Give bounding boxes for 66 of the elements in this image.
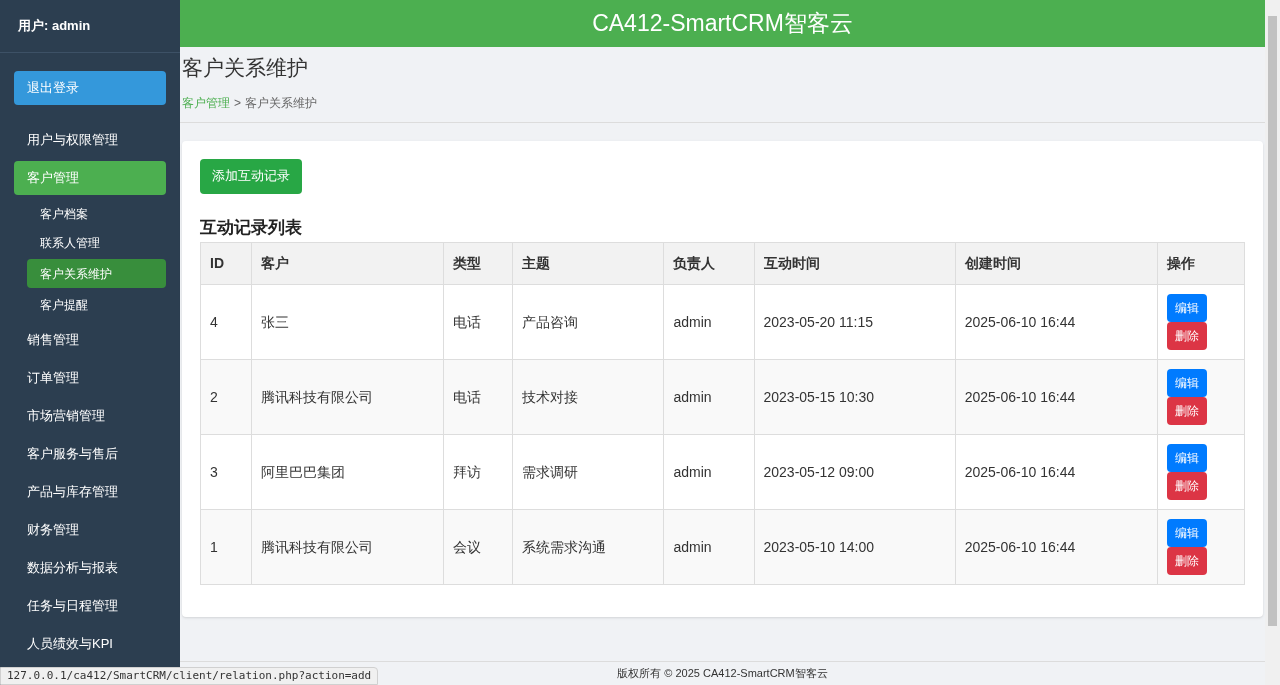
- table-title: 互动记录列表: [200, 216, 303, 239]
- menu-item[interactable]: 财务管理: [14, 513, 166, 547]
- table-cell: 2025-06-10 16:44: [955, 434, 1158, 510]
- table-cell: 2023-05-10 14:00: [754, 509, 956, 585]
- submenu-item[interactable]: 联系人管理: [27, 230, 166, 255]
- table-cell: 技术对接: [512, 359, 664, 435]
- table-cell: 系统需求沟通: [512, 509, 664, 585]
- edit-button[interactable]: 编辑: [1166, 294, 1207, 322]
- delete-button[interactable]: 删除: [1166, 322, 1207, 350]
- menu-item[interactable]: 人员绩效与KPI: [14, 627, 166, 661]
- table-cell: 产品咨询: [512, 284, 664, 360]
- table-cell: 阿里巴巴集团: [251, 434, 444, 510]
- menu-item[interactable]: 销售管理: [14, 323, 166, 357]
- table-cell: 3: [200, 434, 252, 510]
- page-title: 客户关系维护: [182, 55, 309, 81]
- table-cell: admin: [663, 509, 754, 585]
- table-cell: 1: [200, 509, 252, 585]
- table-cell: 腾讯科技有限公司: [251, 509, 444, 585]
- table-cell: 2025-06-10 16:44: [955, 509, 1158, 585]
- menu-item[interactable]: 用户与权限管理: [14, 123, 166, 157]
- table-cell: admin: [663, 359, 754, 435]
- table-cell: 电话: [443, 359, 513, 435]
- menu-item[interactable]: 数据分析与报表: [14, 551, 166, 585]
- delete-button[interactable]: 删除: [1166, 397, 1207, 425]
- submenu-item[interactable]: 客户提醒: [27, 292, 166, 317]
- delete-button[interactable]: 删除: [1166, 547, 1207, 575]
- edit-button[interactable]: 编辑: [1166, 444, 1207, 472]
- column-header: 主题: [512, 242, 664, 285]
- edit-button[interactable]: 编辑: [1166, 369, 1207, 397]
- table-cell: 4: [200, 284, 252, 360]
- table-cell: 腾讯科技有限公司: [251, 359, 444, 435]
- column-header: ID: [200, 242, 252, 285]
- table-cell: 2025-06-10 16:44: [955, 359, 1158, 435]
- table-cell: admin: [663, 434, 754, 510]
- column-header: 互动时间: [754, 242, 956, 285]
- column-header: 负责人: [663, 242, 754, 285]
- status-url: 127.0.0.1/ca412/SmartCRM/client/relation.php?action=add: [0, 667, 379, 685]
- submenu-item[interactable]: 客户档案: [27, 201, 166, 226]
- table-cell: 2023-05-12 09:00: [754, 434, 956, 510]
- menu-item[interactable]: 客户服务与售后: [14, 437, 166, 471]
- app-title: CA412-SmartCRM智客云: [592, 9, 853, 39]
- table-cell: 需求调研: [512, 434, 664, 510]
- column-header: 操作: [1157, 242, 1245, 285]
- user-label: 用户: admin: [18, 17, 91, 36]
- breadcrumb-separator: >: [234, 94, 241, 112]
- table-cell: 电话: [443, 284, 513, 360]
- table-cell: 张三: [251, 284, 444, 360]
- menu-item[interactable]: 市场营销管理: [14, 399, 166, 433]
- table-cell: 2023-05-15 10:30: [754, 359, 956, 435]
- delete-button[interactable]: 删除: [1166, 472, 1207, 500]
- table-cell: admin: [663, 284, 754, 360]
- column-header: 创建时间: [955, 242, 1158, 285]
- table-cell: 拜访: [443, 434, 513, 510]
- table-cell: 2023-05-20 11:15: [754, 284, 956, 360]
- table-cell: 2025-06-10 16:44: [955, 284, 1158, 360]
- menu-item[interactable]: 产品与库存管理: [14, 475, 166, 509]
- column-header: 客户: [251, 242, 444, 285]
- edit-button[interactable]: 编辑: [1166, 519, 1207, 547]
- menu-item[interactable]: 任务与日程管理: [14, 589, 166, 623]
- table-cell: 会议: [443, 509, 513, 585]
- breadcrumb-current: 客户关系维护: [245, 94, 317, 112]
- column-header: 类型: [443, 242, 513, 285]
- submenu-item[interactable]: 客户关系维护: [27, 259, 166, 288]
- menu-item[interactable]: 订单管理: [14, 361, 166, 395]
- copyright-text: 版权所有 © 2025 CA412-SmartCRM智客云: [617, 666, 828, 682]
- table-cell: 2: [200, 359, 252, 435]
